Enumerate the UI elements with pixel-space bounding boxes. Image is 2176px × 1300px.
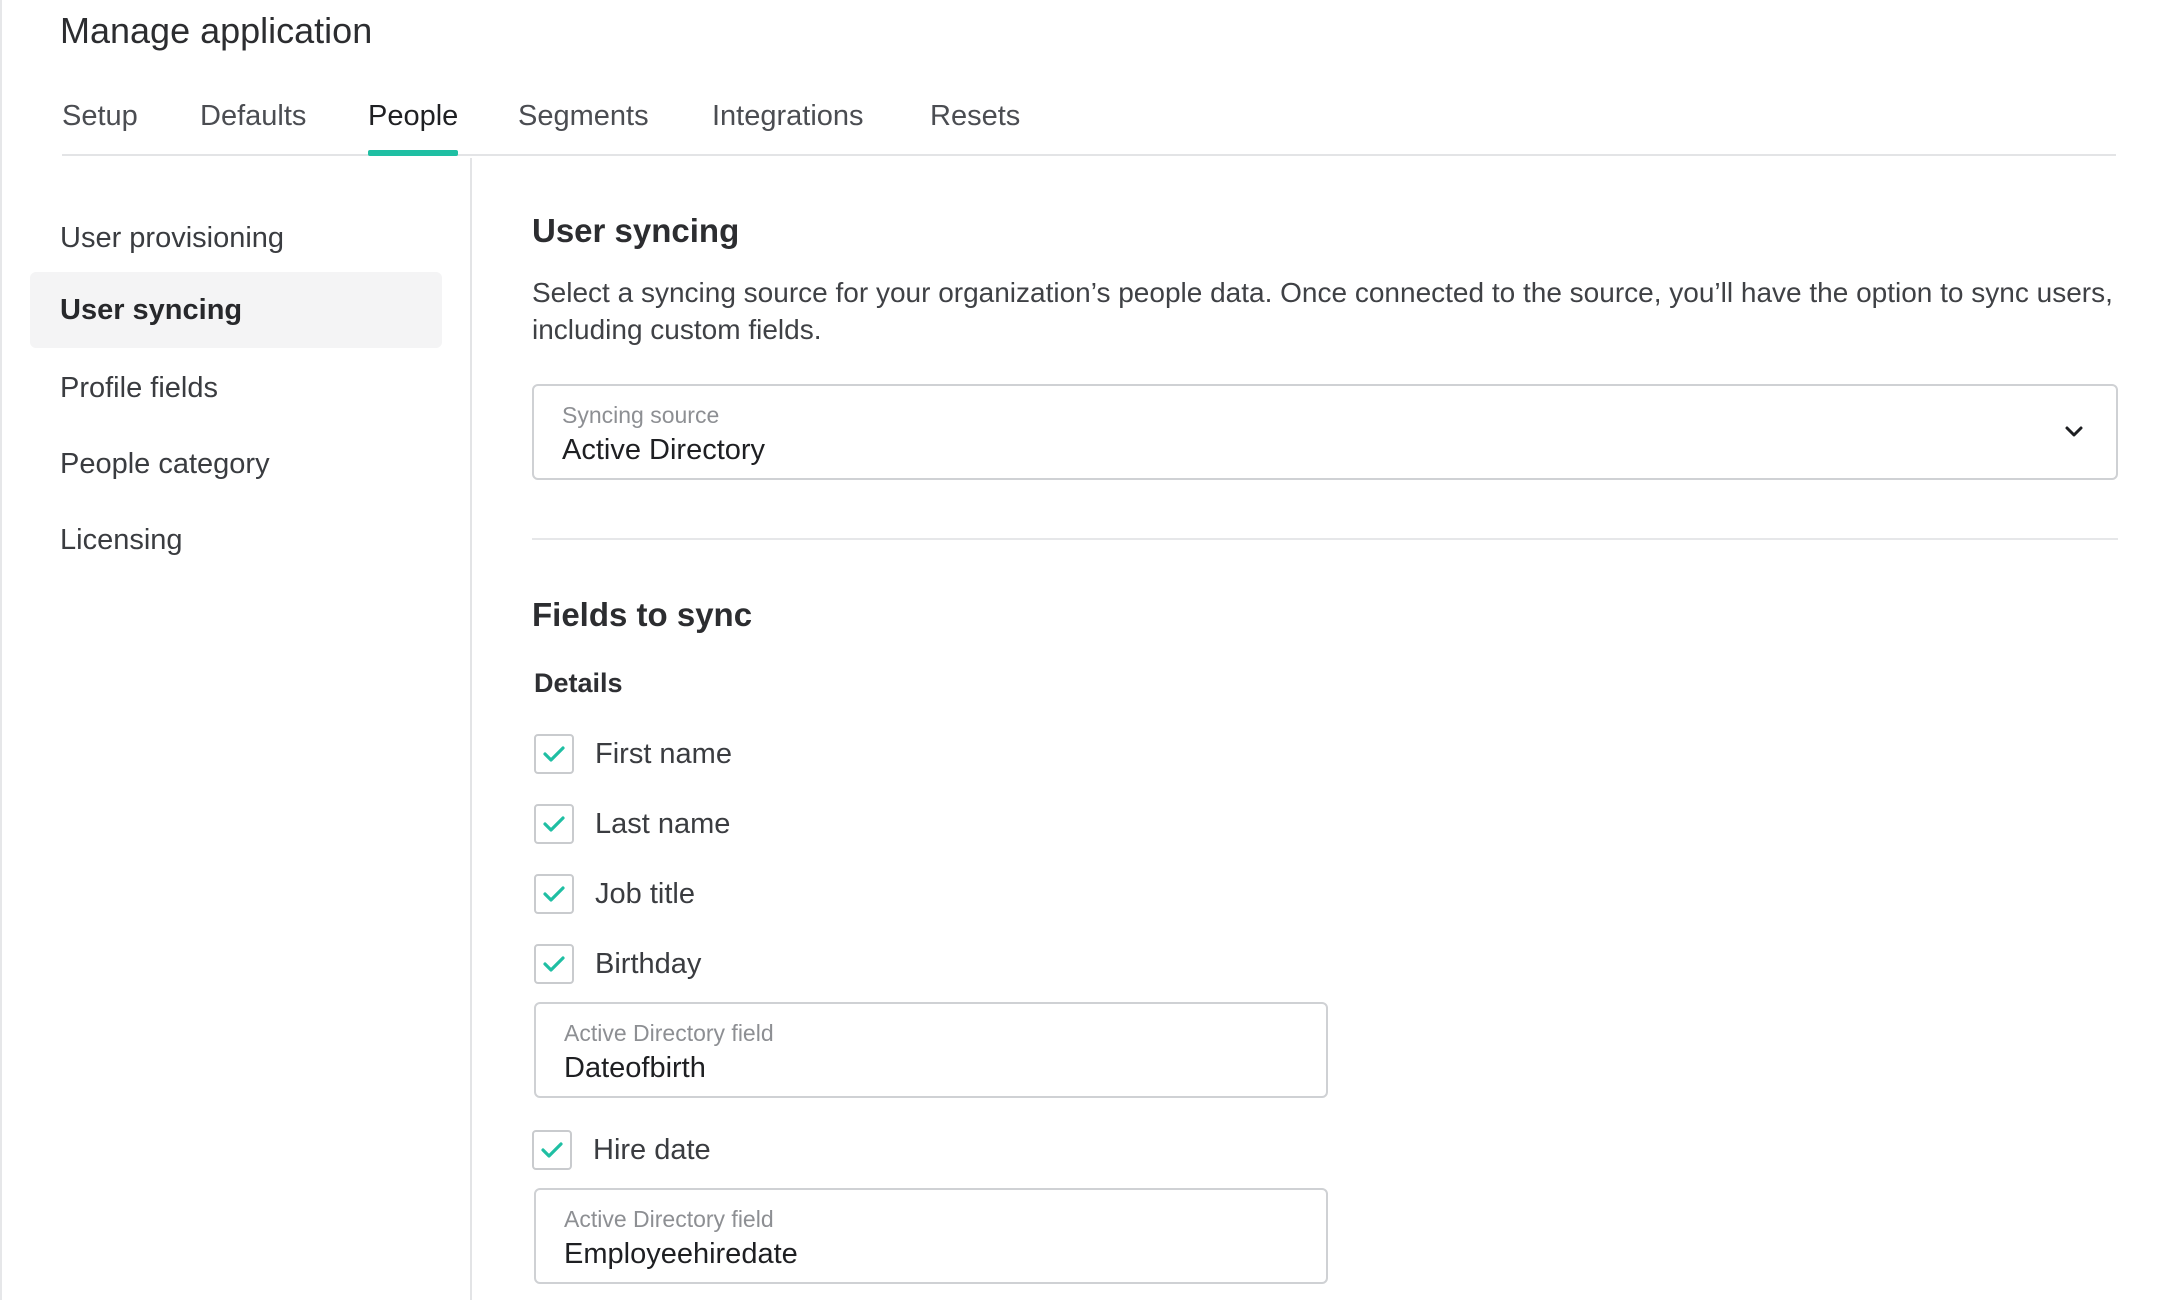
sidebar-item-user-provisioning[interactable]: User provisioning [30, 200, 442, 276]
tab-defaults[interactable]: Defaults [200, 96, 306, 154]
tab-bar: Setup Defaults People Segments Integrati… [62, 90, 2116, 156]
birthday-ad-field-label: Active Directory field [564, 1020, 774, 1046]
first-name-label: First name [595, 737, 732, 770]
last-name-checkbox[interactable] [534, 804, 574, 844]
hire-date-ad-field-input[interactable]: Active Directory field Employeehiredate [534, 1188, 1328, 1284]
checkbox-row-hire-date[interactable]: Hire date [532, 1128, 711, 1172]
sidebar-item-people-category[interactable]: People category [30, 426, 442, 502]
sidebar-item-profile-fields[interactable]: Profile fields [30, 350, 442, 426]
hire-date-ad-field-label: Active Directory field [564, 1206, 774, 1232]
birthday-ad-field-value: Dateofbirth [564, 1052, 706, 1084]
first-name-checkbox[interactable] [534, 734, 574, 774]
birthday-label: Birthday [595, 947, 702, 980]
syncing-source-select[interactable]: Syncing source Active Directory [532, 384, 2118, 480]
sidebar-item-licensing[interactable]: Licensing [30, 502, 442, 578]
birthday-ad-field-input[interactable]: Active Directory field Dateofbirth [534, 1002, 1328, 1098]
manage-application-page: Manage application Setup Defaults People… [0, 0, 2176, 1300]
tab-integrations[interactable]: Integrations [712, 96, 864, 154]
last-name-label: Last name [595, 807, 731, 840]
section-divider [532, 538, 2118, 540]
hire-date-checkbox[interactable] [532, 1130, 572, 1170]
fields-to-sync-title: Fields to sync [532, 596, 753, 633]
hire-date-label: Hire date [593, 1133, 711, 1166]
syncing-source-value: Active Directory [562, 434, 766, 466]
checkbox-row-first-name[interactable]: First name [534, 732, 732, 776]
checkmark-icon [543, 746, 565, 762]
syncing-source-label: Syncing source [562, 402, 720, 428]
sidebar: User provisioning User syncing Profile f… [2, 158, 472, 1300]
checkmark-icon [543, 956, 565, 972]
tab-segments[interactable]: Segments [518, 96, 649, 154]
user-syncing-description: Select a syncing source for your organiz… [532, 277, 2113, 345]
sidebar-item-user-syncing[interactable]: User syncing [30, 272, 442, 348]
checkbox-row-last-name[interactable]: Last name [534, 802, 730, 846]
tab-resets[interactable]: Resets [930, 96, 1020, 154]
user-syncing-title: User syncing [532, 212, 740, 249]
checkmark-icon [543, 816, 565, 832]
chevron-down-icon [2065, 426, 2083, 437]
hire-date-ad-field-value: Employeehiredate [564, 1238, 798, 1270]
checkbox-row-birthday[interactable]: Birthday [534, 942, 701, 986]
tab-people[interactable]: People [368, 96, 459, 156]
birthday-checkbox[interactable] [534, 944, 574, 984]
job-title-label: Job title [595, 877, 695, 910]
tab-setup[interactable]: Setup [62, 96, 138, 154]
page-title: Manage application [60, 10, 373, 51]
details-label: Details [534, 668, 623, 698]
job-title-checkbox[interactable] [534, 874, 574, 914]
checkmark-icon [543, 886, 565, 902]
checkmark-icon [541, 1142, 563, 1158]
checkbox-row-job-title[interactable]: Job title [534, 872, 695, 916]
